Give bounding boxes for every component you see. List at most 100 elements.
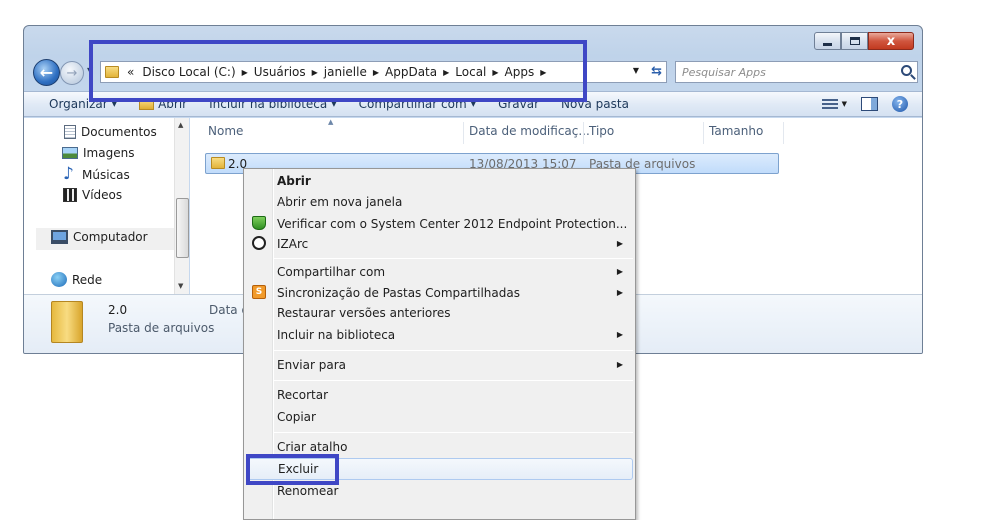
- breadcrumb-appdata[interactable]: AppData: [381, 65, 441, 79]
- nav-item-label: Imagens: [83, 146, 135, 160]
- search-box[interactable]: [675, 61, 918, 83]
- menu-item-abrir-nova-janela[interactable]: Abrir em nova janela: [246, 191, 633, 213]
- details-type: Pasta de arquivos: [108, 321, 215, 335]
- search-icon[interactable]: [901, 65, 912, 76]
- breadcrumb-overflow[interactable]: «: [123, 65, 138, 79]
- breadcrumb-disco-local[interactable]: Disco Local (C:): [138, 65, 239, 79]
- submenu-arrow-icon: ▶: [616, 360, 623, 369]
- nav-item-computador[interactable]: Computador: [51, 230, 148, 244]
- menu-item-verificar[interactable]: Verificar com o System Center 2012 Endpo…: [246, 213, 633, 235]
- menu-item-copiar[interactable]: Copiar: [246, 406, 633, 428]
- breadcrumb-janielle[interactable]: janielle: [320, 65, 371, 79]
- breadcrumb-usuarios[interactable]: Usuários: [250, 65, 310, 79]
- chevron-right-icon[interactable]: ▶: [441, 68, 451, 77]
- nav-item-musicas[interactable]: Músicas: [63, 164, 130, 184]
- forward-button[interactable]: →: [60, 61, 84, 85]
- music-icon: [63, 164, 77, 184]
- menu-separator: [274, 380, 633, 381]
- chevron-right-icon[interactable]: ▶: [310, 68, 320, 77]
- sync-icon: S: [252, 285, 266, 299]
- search-input[interactable]: [682, 65, 882, 79]
- sort-ascending-icon: ▲: [328, 118, 334, 126]
- column-header-size[interactable]: Tamanho: [709, 124, 763, 144]
- help-icon[interactable]: ?: [892, 96, 908, 112]
- folder-icon: [105, 66, 119, 78]
- chevron-right-icon[interactable]: ▶: [490, 68, 500, 77]
- include-library-button[interactable]: Incluir na biblioteca ▼: [209, 97, 337, 111]
- close-button[interactable]: x: [868, 32, 914, 50]
- menu-separator: [274, 350, 633, 351]
- nav-scrollbar[interactable]: ▲ ▼: [174, 118, 189, 294]
- network-icon: [51, 272, 67, 287]
- refresh-icon[interactable]: ⇆: [651, 64, 662, 79]
- videos-icon: [63, 188, 77, 202]
- menu-item-label: Recortar: [277, 388, 329, 402]
- details-name: 2.0: [108, 303, 128, 317]
- submenu-arrow-icon: ▶: [616, 239, 623, 248]
- minimize-icon: [823, 42, 832, 46]
- column-divider[interactable]: [583, 122, 584, 144]
- folder-icon: [211, 157, 225, 169]
- chevron-right-icon[interactable]: ▶: [240, 68, 250, 77]
- preview-pane-icon[interactable]: [861, 97, 878, 111]
- new-folder-button[interactable]: Nova pasta: [561, 97, 629, 111]
- computer-icon: [51, 230, 68, 244]
- column-divider[interactable]: [703, 122, 704, 144]
- breadcrumb-apps[interactable]: Apps: [501, 65, 539, 79]
- share-with-button[interactable]: Compartilhar com ▼: [359, 97, 476, 111]
- scroll-up-icon[interactable]: ▲: [178, 121, 183, 129]
- nav-item-label: Computador: [73, 230, 148, 244]
- menu-item-label: Copiar: [277, 410, 316, 424]
- menu-item-sincronizacao[interactable]: S Sincronização de Pastas Compartilhadas…: [246, 282, 633, 304]
- context-menu: Abrir Abrir em nova janela Verificar com…: [243, 168, 636, 520]
- nav-item-label: Rede: [72, 272, 103, 287]
- nav-item-imagens[interactable]: Imagens: [62, 146, 134, 160]
- scroll-down-icon[interactable]: ▼: [178, 282, 183, 290]
- breadcrumb-local[interactable]: Local: [451, 65, 490, 79]
- menu-item-renomear[interactable]: Renomear: [246, 480, 633, 502]
- organize-button[interactable]: Organizar ▼: [49, 97, 117, 111]
- chevron-right-icon[interactable]: ▶: [371, 68, 381, 77]
- address-bar[interactable]: « Disco Local (C:) ▶ Usuários ▶ janielle…: [100, 61, 667, 83]
- menu-item-recortar[interactable]: Recortar: [246, 384, 633, 406]
- change-view-icon[interactable]: [821, 98, 838, 110]
- menu-item-compartilhar[interactable]: Compartilhar com ▶: [246, 261, 633, 283]
- menu-item-label: IZArc: [277, 237, 309, 251]
- menu-item-incluir-biblioteca[interactable]: Incluir na biblioteca ▶: [246, 324, 633, 346]
- izarc-icon: [252, 236, 266, 250]
- maximize-button[interactable]: [841, 32, 868, 50]
- include-label: Incluir na biblioteca: [209, 97, 328, 111]
- menu-item-excluir[interactable]: Excluir: [246, 458, 633, 480]
- submenu-arrow-icon: ▶: [616, 267, 623, 276]
- scrollbar-thumb[interactable]: [176, 198, 189, 258]
- menu-separator: [274, 258, 633, 259]
- menu-item-abrir[interactable]: Abrir: [246, 170, 633, 192]
- menu-item-label: Abrir em nova janela: [277, 195, 403, 209]
- menu-item-label: Verificar com o System Center 2012 Endpo…: [277, 217, 628, 231]
- column-header-type[interactable]: Tipo: [589, 124, 614, 144]
- recent-pages-dropdown[interactable]: ▼: [87, 66, 93, 75]
- minimize-button[interactable]: [814, 32, 841, 50]
- open-button[interactable]: Abrir: [139, 97, 187, 111]
- menu-item-restaurar[interactable]: Restaurar versões anteriores: [246, 302, 633, 324]
- nav-item-label: Documentos: [81, 125, 157, 139]
- chevron-down-icon: ▼: [331, 100, 337, 108]
- menu-item-criar-atalho[interactable]: Criar atalho: [246, 436, 633, 458]
- chevron-down-icon[interactable]: ▼: [842, 100, 847, 108]
- chevron-right-icon[interactable]: ▶: [538, 68, 548, 77]
- column-divider[interactable]: [463, 122, 464, 144]
- nav-item-documentos[interactable]: Documentos: [64, 125, 157, 139]
- column-header-date[interactable]: Data de modificaç...: [469, 124, 590, 144]
- back-button[interactable]: ←: [33, 59, 60, 86]
- menu-item-enviar-para[interactable]: Enviar para ▶: [246, 354, 633, 376]
- column-divider[interactable]: [783, 122, 784, 144]
- documents-icon: [64, 125, 76, 139]
- nav-item-rede[interactable]: Rede: [51, 272, 102, 287]
- burn-button[interactable]: Gravar: [498, 97, 539, 111]
- column-header-name[interactable]: Nome: [208, 124, 243, 144]
- chevron-down-icon[interactable]: ▼: [633, 66, 639, 75]
- back-arrow-icon: ←: [39, 63, 54, 82]
- close-icon: x: [886, 33, 896, 49]
- menu-item-izarc[interactable]: IZArc ▶: [246, 233, 633, 255]
- nav-item-videos[interactable]: Vídeos: [63, 188, 122, 202]
